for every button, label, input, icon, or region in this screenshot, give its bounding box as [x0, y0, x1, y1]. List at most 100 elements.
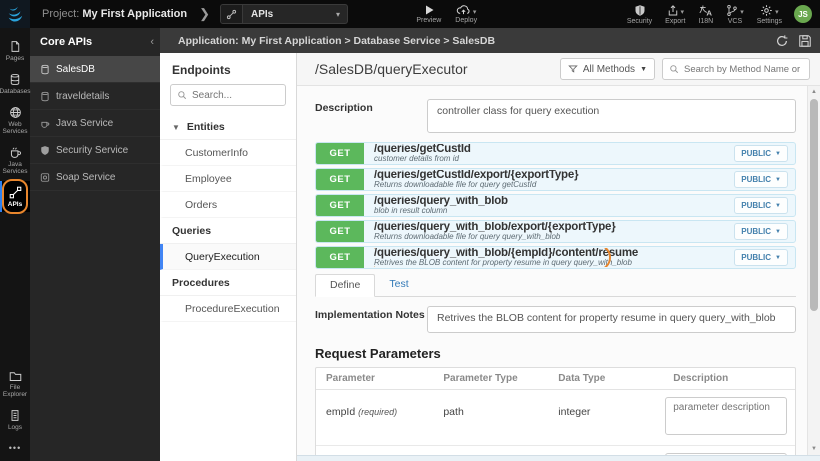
filter-icon: [568, 64, 578, 74]
get-method-badge: GET: [316, 247, 364, 268]
workspace-dropdown[interactable]: APIs ▾: [219, 4, 348, 24]
parameter-name: empId: [326, 406, 356, 418]
bottom-strip: [297, 455, 820, 461]
cloud-upload-icon: [456, 4, 471, 16]
core-apis-panel: Core APIs ‹ SalesDB traveldetails Java S…: [30, 28, 160, 461]
save-icon[interactable]: [798, 34, 812, 48]
access-dropdown[interactable]: PUBLIC ▼: [734, 197, 788, 214]
breadcrumb-bar: Application: My First Application > Data…: [160, 28, 820, 53]
access-dropdown[interactable]: PUBLIC ▼: [734, 249, 788, 266]
implementation-notes-input[interactable]: Retrives the BLOB content for property r…: [427, 306, 796, 333]
preview-button[interactable]: Preview: [416, 4, 441, 24]
sidebar-item-java-services[interactable]: Java Services: [0, 141, 30, 179]
vertical-scrollbar[interactable]: ▲ ▼: [807, 86, 820, 455]
tree-item-orders[interactable]: Orders: [160, 192, 296, 218]
svg-text:A: A: [706, 8, 712, 16]
caret-down-icon: ▼: [775, 176, 781, 183]
chevron-right-icon: ❯: [199, 6, 210, 21]
tree-item-customerinfo[interactable]: CustomerInfo: [160, 140, 296, 166]
scroll-up-icon[interactable]: ▲: [808, 89, 820, 95]
endpoints-title: Endpoints: [172, 63, 231, 77]
export-button[interactable]: ▾ Export: [665, 4, 685, 25]
endpoint-description: Retrives the BLOB content for property r…: [374, 258, 632, 267]
parameter-description-input[interactable]: [665, 397, 787, 435]
endpoints-search[interactable]: [170, 84, 286, 106]
sidebar-item-web-services[interactable]: Web Services: [0, 101, 30, 139]
column-header: Description: [673, 373, 729, 384]
deploy-button[interactable]: ▾ Deploy: [455, 4, 477, 24]
sidebar-item-databases[interactable]: Databases: [0, 68, 31, 99]
endpoint-row[interactable]: GET /queries/query_with_blob/export/{exp…: [315, 220, 796, 243]
endpoint-description: customer details from id: [374, 154, 459, 163]
endpoint-description: Returns downloadable file for query quer…: [374, 232, 561, 241]
sidebar-item-pages[interactable]: Pages: [0, 35, 30, 66]
chevron-down-icon: ▾: [740, 8, 744, 16]
description-input[interactable]: controller class for query execution: [427, 99, 796, 133]
branch-icon: [726, 4, 738, 17]
tab-test[interactable]: Test: [375, 274, 422, 296]
tree-section-entities[interactable]: ▼ Entities: [160, 114, 296, 140]
collapse-panel-icon[interactable]: ‹: [150, 36, 154, 48]
chevron-down-icon: ▾: [775, 8, 779, 16]
more-icon[interactable]: •••: [0, 437, 30, 461]
column-header: Parameter: [326, 373, 375, 384]
user-avatar[interactable]: JS: [794, 5, 812, 23]
search-icon: [177, 90, 187, 100]
scroll-down-icon[interactable]: ▼: [808, 446, 820, 452]
globe-icon: [9, 106, 22, 119]
core-apis-title: Core APIs: [40, 36, 93, 48]
tree-section-queries[interactable]: Queries: [160, 218, 296, 244]
caret-down-icon: ▼: [775, 150, 781, 157]
tree-item-queryexecution[interactable]: QueryExecution: [160, 244, 296, 270]
methods-filter-dropdown[interactable]: All Methods ▼: [559, 58, 655, 80]
caret-down-icon: ▼: [172, 123, 180, 132]
tab-define[interactable]: Define: [315, 274, 376, 297]
access-dropdown[interactable]: PUBLIC ▼: [734, 223, 788, 240]
get-method-badge: GET: [316, 195, 364, 216]
endpoint-row[interactable]: GET /queries/getCustId customer details …: [315, 142, 796, 165]
access-dropdown[interactable]: PUBLIC ▼: [734, 171, 788, 188]
service-item-java-service[interactable]: Java Service: [30, 110, 160, 137]
service-item-soap-service[interactable]: Soap Service: [30, 164, 160, 191]
wavemaker-logo-icon: [6, 5, 24, 23]
settings-button[interactable]: ▾ Settings: [757, 4, 782, 25]
endpoint-row[interactable]: GET /queries/query_with_blob blob in res…: [315, 194, 796, 217]
column-header: Data Type: [558, 373, 606, 384]
tree-item-employee[interactable]: Employee: [160, 166, 296, 192]
i18n-button[interactable]: A I18N: [698, 4, 713, 25]
tree-section-procedures[interactable]: Procedures: [160, 270, 296, 296]
sidebar-item-logs[interactable]: Logs: [0, 404, 30, 435]
scrollbar-thumb[interactable]: [810, 99, 818, 311]
implementation-notes-label: Implementation Notes: [315, 309, 425, 321]
app-logo[interactable]: [0, 0, 30, 28]
apis-icon: [9, 186, 22, 199]
language-icon: A: [699, 4, 713, 17]
sidebar-item-apis[interactable]: APIs: [0, 179, 30, 214]
tree-item-procedureexecution[interactable]: ProcedureExecution: [160, 296, 296, 322]
request-parameters-table: Parameter Parameter Type Data Type Descr…: [315, 367, 796, 461]
method-search-input[interactable]: [684, 63, 803, 75]
method-search[interactable]: [662, 58, 810, 80]
endpoint-row-selected[interactable]: GET /queries/query_with_blob/{empId}/con…: [315, 246, 796, 269]
caret-down-icon: ▼: [775, 202, 781, 209]
vcs-button[interactable]: ▾ VCS: [726, 4, 744, 25]
project-title: My First Application: [82, 8, 188, 20]
get-method-badge: GET: [316, 169, 364, 190]
service-item-salesdb[interactable]: SalesDB: [30, 56, 160, 83]
endpoint-row[interactable]: GET /queries/getCustId/export/{exportTyp…: [315, 168, 796, 191]
endpoint-description: blob in result column: [374, 206, 448, 215]
search-icon: [669, 64, 679, 74]
data-type: integer: [558, 406, 591, 418]
endpoints-search-input[interactable]: [192, 89, 272, 101]
security-button[interactable]: Security: [627, 4, 652, 25]
export-icon: [667, 4, 679, 17]
main-panel: /SalesDB/queryExecutor All Methods ▼ Sea…: [297, 53, 820, 461]
service-item-security-service[interactable]: Security Service: [30, 137, 160, 164]
project-name: Project: My First Application: [42, 8, 187, 20]
service-item-traveldetails[interactable]: traveldetails: [30, 83, 160, 110]
access-dropdown[interactable]: PUBLIC ▼: [734, 145, 788, 162]
caret-down-icon: ▼: [640, 65, 647, 73]
refresh-icon[interactable]: [775, 34, 789, 48]
sidebar-item-file-explorer[interactable]: File Explorer: [0, 365, 30, 402]
get-method-badge: GET: [316, 221, 364, 242]
